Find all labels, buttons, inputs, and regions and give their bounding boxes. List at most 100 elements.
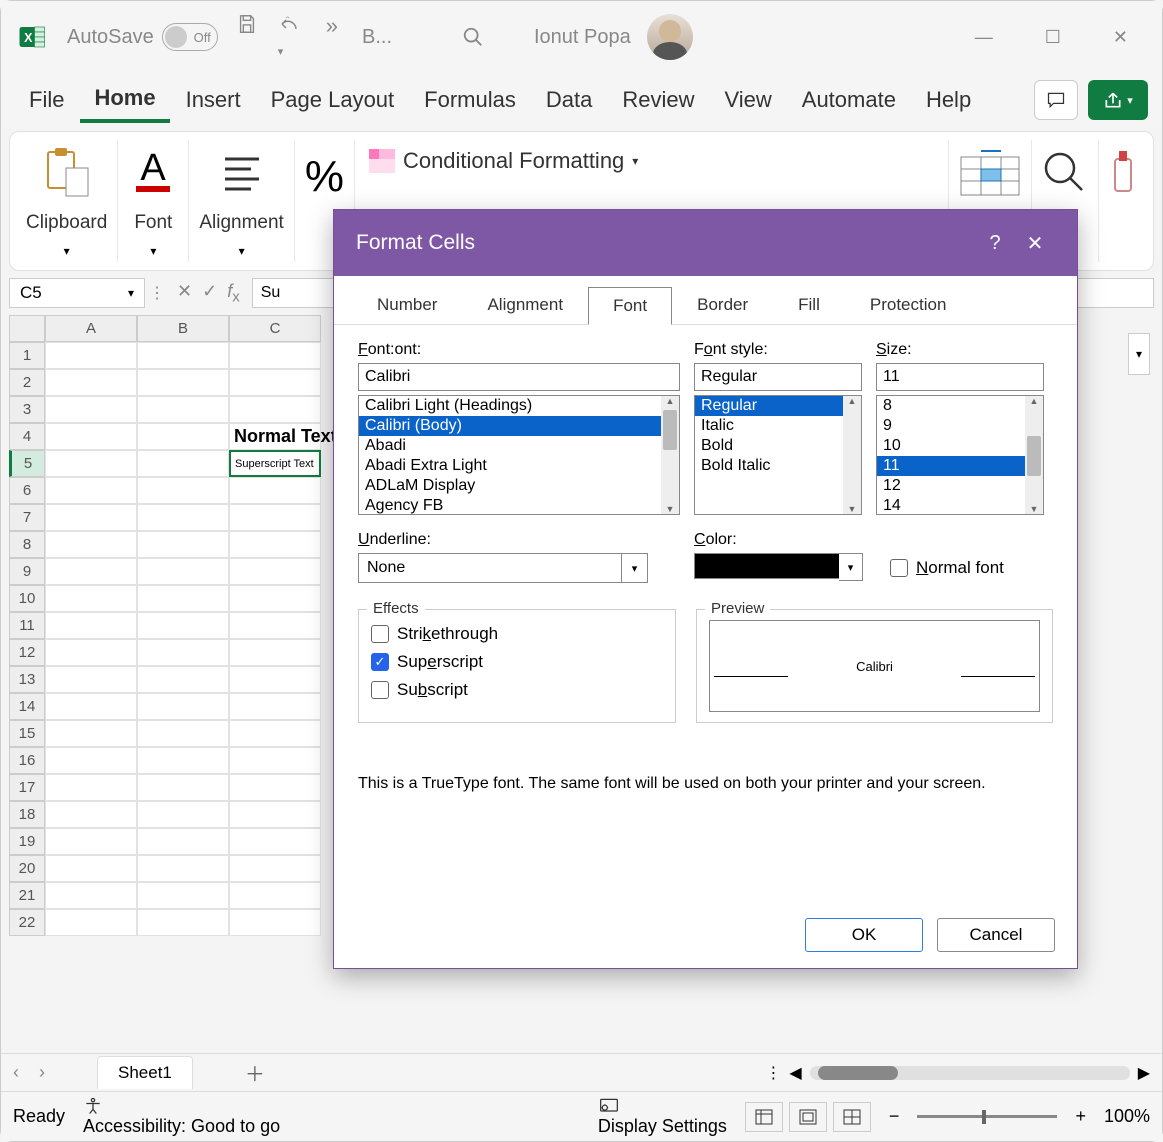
cell[interactable] (45, 666, 137, 693)
cell[interactable] (45, 342, 137, 369)
cell[interactable] (137, 423, 229, 450)
cell[interactable] (137, 585, 229, 612)
cell-c4[interactable]: Normal Text (229, 423, 321, 450)
more-options-icon[interactable]: ⋮ (765, 1063, 781, 1083)
font-group-label[interactable]: Font (134, 212, 172, 234)
list-item[interactable]: Calibri Light (Headings) (359, 396, 679, 416)
font-style-list[interactable]: Regular Italic Bold Bold Italic ▲▼ (694, 395, 862, 515)
superscript-checkbox[interactable]: ✓ (371, 653, 389, 671)
cell[interactable] (229, 639, 321, 666)
cell[interactable] (45, 774, 137, 801)
cell[interactable] (45, 369, 137, 396)
undo-icon[interactable]: ▾ (278, 13, 306, 61)
cell[interactable] (45, 423, 137, 450)
zoom-in-button[interactable]: + (1075, 1106, 1086, 1127)
tab-review[interactable]: Review (608, 79, 708, 121)
cell[interactable] (229, 747, 321, 774)
cells-icon[interactable] (959, 144, 1021, 202)
save-icon[interactable] (236, 13, 258, 61)
display-settings-button[interactable]: Display Settings (598, 1096, 727, 1137)
minimize-button[interactable]: — (975, 27, 993, 48)
tab-home[interactable]: Home (80, 77, 169, 123)
zoom-level[interactable]: 100% (1104, 1106, 1150, 1127)
cell[interactable] (45, 720, 137, 747)
list-item[interactable]: Agency FB (359, 496, 679, 515)
cell[interactable] (45, 693, 137, 720)
row-header[interactable]: 3 (9, 396, 45, 423)
cell[interactable] (45, 450, 137, 477)
row-header[interactable]: 1 (9, 342, 45, 369)
row-header[interactable]: 20 (9, 855, 45, 882)
tab-insert[interactable]: Insert (172, 79, 255, 121)
list-item[interactable]: 11 (877, 456, 1043, 476)
dialog-tab-border[interactable]: Border (672, 286, 773, 324)
close-icon[interactable]: ✕ (1015, 231, 1055, 256)
row-header[interactable]: 10 (9, 585, 45, 612)
enter-formula-icon[interactable]: ✓ (202, 281, 217, 306)
cell[interactable] (45, 396, 137, 423)
cell[interactable] (229, 855, 321, 882)
zoom-slider[interactable] (917, 1115, 1057, 1118)
row-header[interactable]: 6 (9, 477, 45, 504)
name-box[interactable]: C5 ▾ (9, 278, 145, 308)
cell[interactable] (229, 720, 321, 747)
col-header-b[interactable]: B (137, 315, 229, 342)
page-layout-view-icon[interactable] (789, 1102, 827, 1132)
cell[interactable] (45, 558, 137, 585)
cell[interactable] (45, 639, 137, 666)
cell[interactable] (137, 909, 229, 936)
cell[interactable] (229, 909, 321, 936)
cell[interactable] (45, 855, 137, 882)
cell-c5-selected[interactable]: Superscript Text (229, 450, 321, 477)
dialog-title-bar[interactable]: Format Cells ? ✕ (334, 210, 1077, 276)
scroll-left-icon[interactable]: ◀ (789, 1063, 801, 1083)
cell[interactable] (45, 477, 137, 504)
clipboard-icon[interactable] (42, 144, 92, 202)
list-item[interactable]: Abadi (359, 436, 679, 456)
cell[interactable] (137, 531, 229, 558)
row-header[interactable]: 5 (9, 450, 45, 477)
cell[interactable] (229, 774, 321, 801)
list-item[interactable]: ADLaM Display (359, 476, 679, 496)
tab-file[interactable]: File (15, 79, 78, 121)
cell[interactable] (137, 720, 229, 747)
list-item[interactable]: 10 (877, 436, 1043, 456)
cell[interactable] (229, 828, 321, 855)
cell[interactable] (229, 801, 321, 828)
cell[interactable] (229, 558, 321, 585)
cell[interactable] (229, 504, 321, 531)
ok-button[interactable]: OK (805, 918, 923, 952)
clipboard-group-label[interactable]: Clipboard (26, 212, 107, 234)
share-button[interactable]: ▾ (1088, 80, 1148, 120)
size-list[interactable]: 8 9 10 11 12 14 ▲▼ (876, 395, 1044, 515)
cell[interactable] (229, 882, 321, 909)
chevron-down-icon[interactable]: ▾ (839, 553, 863, 581)
comments-button[interactable] (1034, 80, 1078, 120)
chevron-down-icon[interactable]: ▾ (239, 244, 245, 258)
list-item[interactable]: Italic (695, 416, 861, 436)
cell[interactable] (45, 612, 137, 639)
cell[interactable] (137, 342, 229, 369)
search-icon[interactable] (462, 26, 484, 48)
cell[interactable] (229, 666, 321, 693)
row-header[interactable]: 12 (9, 639, 45, 666)
tab-data[interactable]: Data (532, 79, 606, 121)
horizontal-scrollbar[interactable] (810, 1066, 1130, 1080)
underline-dropdown[interactable]: None ▾ (358, 553, 648, 583)
cell[interactable] (137, 504, 229, 531)
scrollbar[interactable]: ▲▼ (1025, 396, 1043, 514)
avatar[interactable] (647, 14, 693, 60)
list-item[interactable]: 8 (877, 396, 1043, 416)
conditional-formatting-button[interactable]: Conditional Formatting ▾ (365, 144, 642, 178)
row-header[interactable]: 11 (9, 612, 45, 639)
scrollbar[interactable]: ▲▼ (843, 396, 861, 514)
col-header-c[interactable]: C (229, 315, 321, 342)
cancel-formula-icon[interactable]: ✕ (177, 281, 192, 306)
dialog-tab-font[interactable]: Font (588, 287, 672, 325)
cell[interactable] (45, 882, 137, 909)
list-item[interactable]: Bold (695, 436, 861, 456)
sheet-tab-sheet1[interactable]: Sheet1 (97, 1056, 193, 1089)
dialog-tab-number[interactable]: Number (352, 286, 462, 324)
chevron-down-icon[interactable]: ▾ (621, 554, 647, 582)
row-header[interactable]: 9 (9, 558, 45, 585)
